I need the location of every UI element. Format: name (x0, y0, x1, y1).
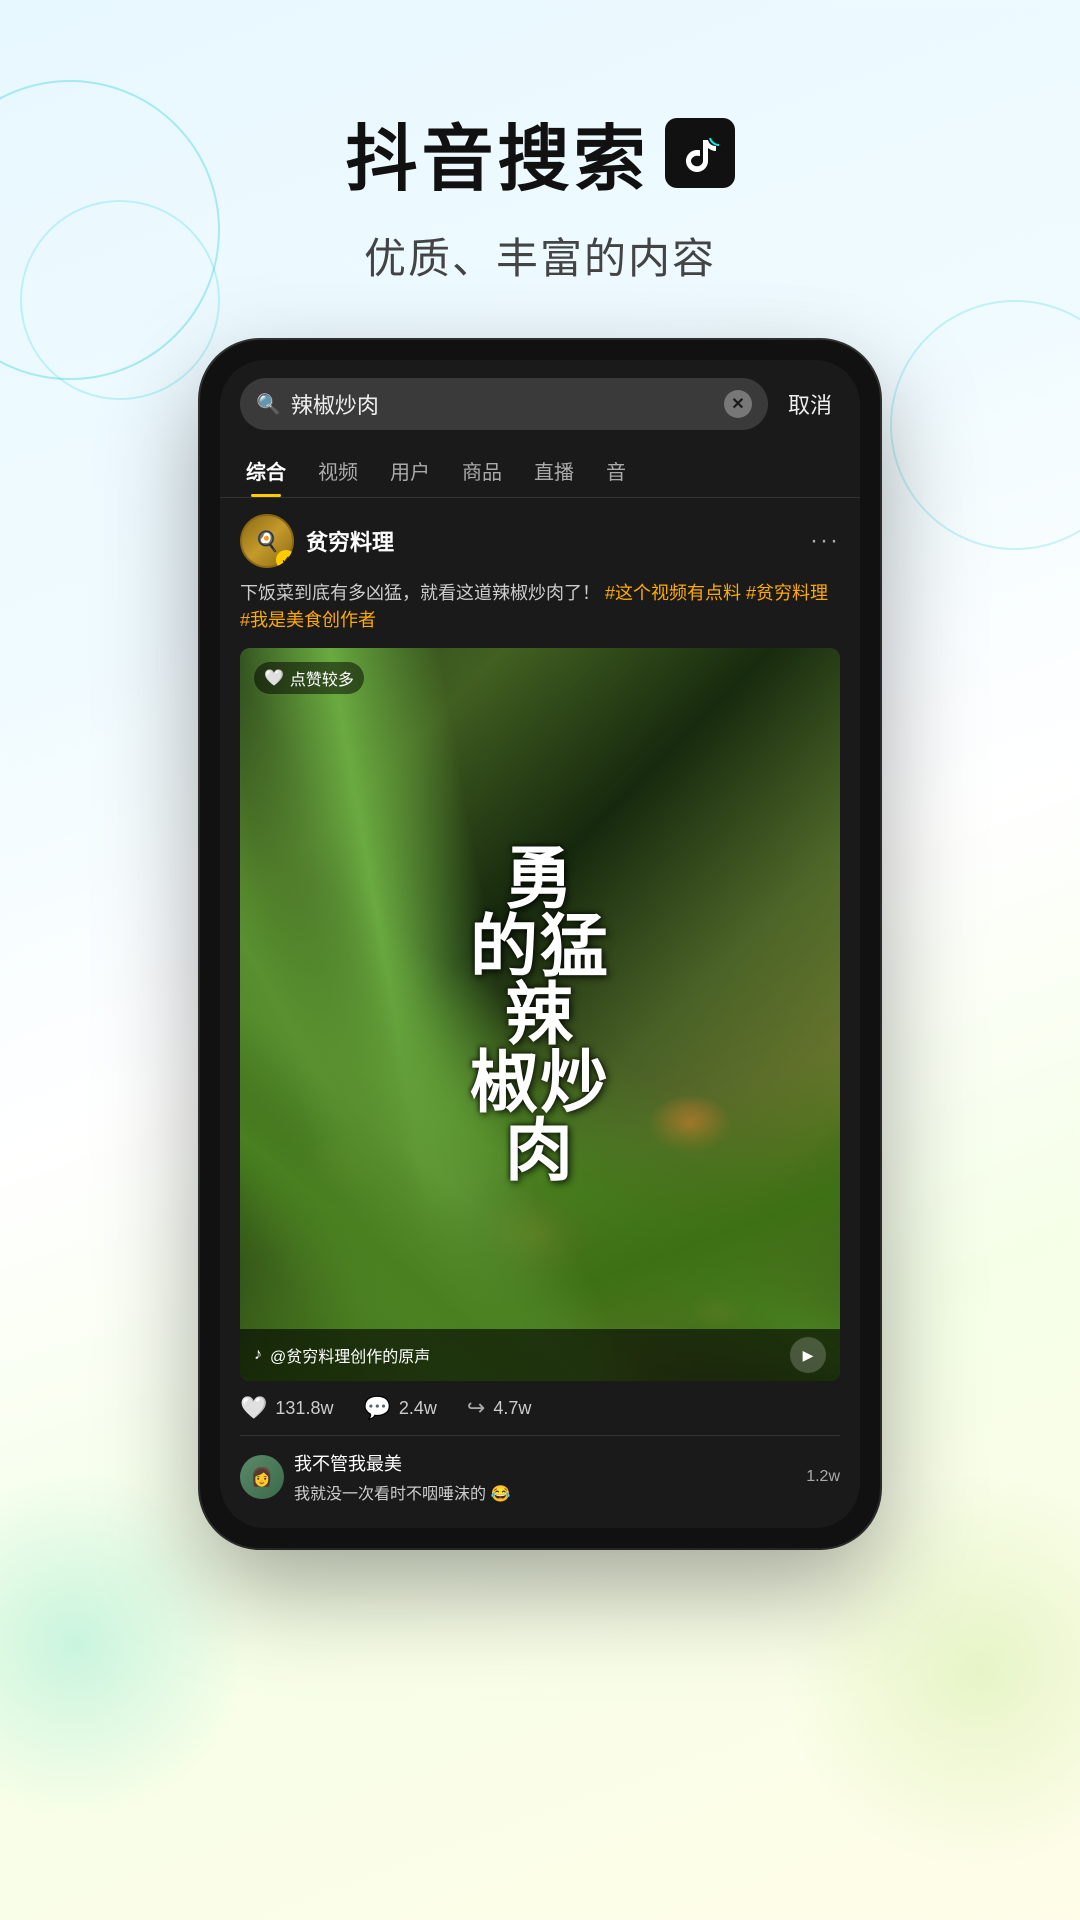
cancel-button[interactable]: 取消 (780, 388, 840, 420)
post-description: 下饭菜到底有多凶猛，就看这道辣椒炒肉了！ #这个视频有点料 #贫穷料理 #我是美… (240, 580, 840, 634)
phone-screen: 🔍 辣椒炒肉 ✕ 取消 综合 视频 用户 商品 (220, 360, 860, 1528)
tabs-row: 综合 视频 用户 商品 直播 音 (220, 440, 860, 498)
tiktok-logo-icon (665, 118, 735, 188)
video-text-overlay: 勇的猛辣椒炒肉 (270, 845, 810, 1185)
hashtag-2[interactable]: #贫穷料理 (746, 583, 828, 603)
more-options-button[interactable]: ··· (810, 527, 840, 555)
bg-decoration-circle-3 (890, 300, 1080, 550)
heart-icon: 🤍 (264, 668, 284, 688)
phone-mockup: 🔍 辣椒炒肉 ✕ 取消 综合 视频 用户 商品 (200, 340, 880, 1548)
search-icon: 🔍 (256, 392, 281, 417)
content-area: 🍳 ✓ 贫穷料理 ··· 下饭菜到底有多凶猛，就看这道辣椒炒肉了！ #这个视频有… (220, 498, 860, 1528)
likes-badge: 🤍 点赞较多 (254, 662, 364, 694)
comment-row: 👩 我不管我最美 我就没一次看时不咽唾沫的 😂 1.2w (240, 1436, 840, 1512)
likes-count: 131.8w (275, 1398, 333, 1419)
verified-badge: ✓ (276, 550, 294, 568)
audio-bar[interactable]: ♪ @贫穷料理创作的原声 ▶ (240, 1329, 840, 1381)
user-name: 贫穷料理 (306, 525, 394, 557)
commenter-avatar: 👩 (240, 1455, 284, 1499)
stats-row: 🤍 131.8w 💬 2.4w ↪ 4.7w (240, 1381, 840, 1436)
tab-商品[interactable]: 商品 (446, 448, 518, 497)
hashtag-3[interactable]: #我是美食创作者 (240, 610, 376, 630)
likes-badge-text: 点赞较多 (290, 666, 354, 690)
commenter-name: 我不管我最美 (294, 1450, 796, 1476)
play-button[interactable]: ▶ (790, 1337, 826, 1373)
search-bar-area: 🔍 辣椒炒肉 ✕ 取消 (220, 360, 860, 440)
audio-info: ♪ @贫穷料理创作的原声 (254, 1343, 430, 1367)
hashtag-1[interactable]: #这个视频有点料 (605, 583, 741, 603)
user-card: 🍳 ✓ 贫穷料理 ··· (240, 514, 840, 568)
tab-视频[interactable]: 视频 (302, 448, 374, 497)
app-subtitle: 优质、丰富的内容 (0, 225, 1080, 286)
video-background: 勇的猛辣椒炒肉 🤍 点赞较多 ♪ @贫穷料理创作的原声 (240, 648, 840, 1381)
app-title: 抖音搜索 (345, 100, 649, 205)
comments-count: 2.4w (399, 1398, 437, 1419)
comment-stat-icon: 💬 (363, 1395, 390, 1421)
audio-label: @贫穷料理创作的原声 (270, 1343, 430, 1367)
comment-likes-count: 1.2w (806, 1468, 840, 1486)
avatar: 🍳 ✓ (240, 514, 294, 568)
title-row: 抖音搜索 (0, 100, 1080, 205)
tab-综合[interactable]: 综合 (230, 448, 302, 497)
comment-content: 我不管我最美 我就没一次看时不咽唾沫的 😂 (294, 1450, 796, 1504)
share-stat-icon: ↪ (467, 1395, 485, 1421)
likes-stat[interactable]: 🤍 131.8w (240, 1395, 333, 1421)
comments-stat[interactable]: 💬 2.4w (363, 1395, 436, 1421)
search-query-text: 辣椒炒肉 (291, 388, 714, 420)
video-thumbnail[interactable]: 勇的猛辣椒炒肉 🤍 点赞较多 ♪ @贫穷料理创作的原声 (240, 648, 840, 1381)
heart-stat-icon: 🤍 (240, 1395, 267, 1421)
header-section: 抖音搜索 优质、丰富的内容 (0, 0, 1080, 326)
tab-音[interactable]: 音 (590, 448, 642, 497)
music-icon: ♪ (254, 1346, 262, 1364)
phone-container: 🔍 辣椒炒肉 ✕ 取消 综合 视频 用户 商品 (200, 340, 880, 1548)
video-overlay-text: 勇的猛辣椒炒肉 (270, 845, 810, 1185)
comment-text: 我就没一次看时不咽唾沫的 😂 (294, 1480, 796, 1504)
search-input-wrapper[interactable]: 🔍 辣椒炒肉 ✕ (240, 378, 768, 430)
shares-count: 4.7w (493, 1398, 531, 1419)
shares-stat[interactable]: ↪ 4.7w (467, 1395, 531, 1421)
search-clear-button[interactable]: ✕ (724, 390, 752, 418)
tab-直播[interactable]: 直播 (518, 448, 590, 497)
tab-用户[interactable]: 用户 (374, 448, 446, 497)
